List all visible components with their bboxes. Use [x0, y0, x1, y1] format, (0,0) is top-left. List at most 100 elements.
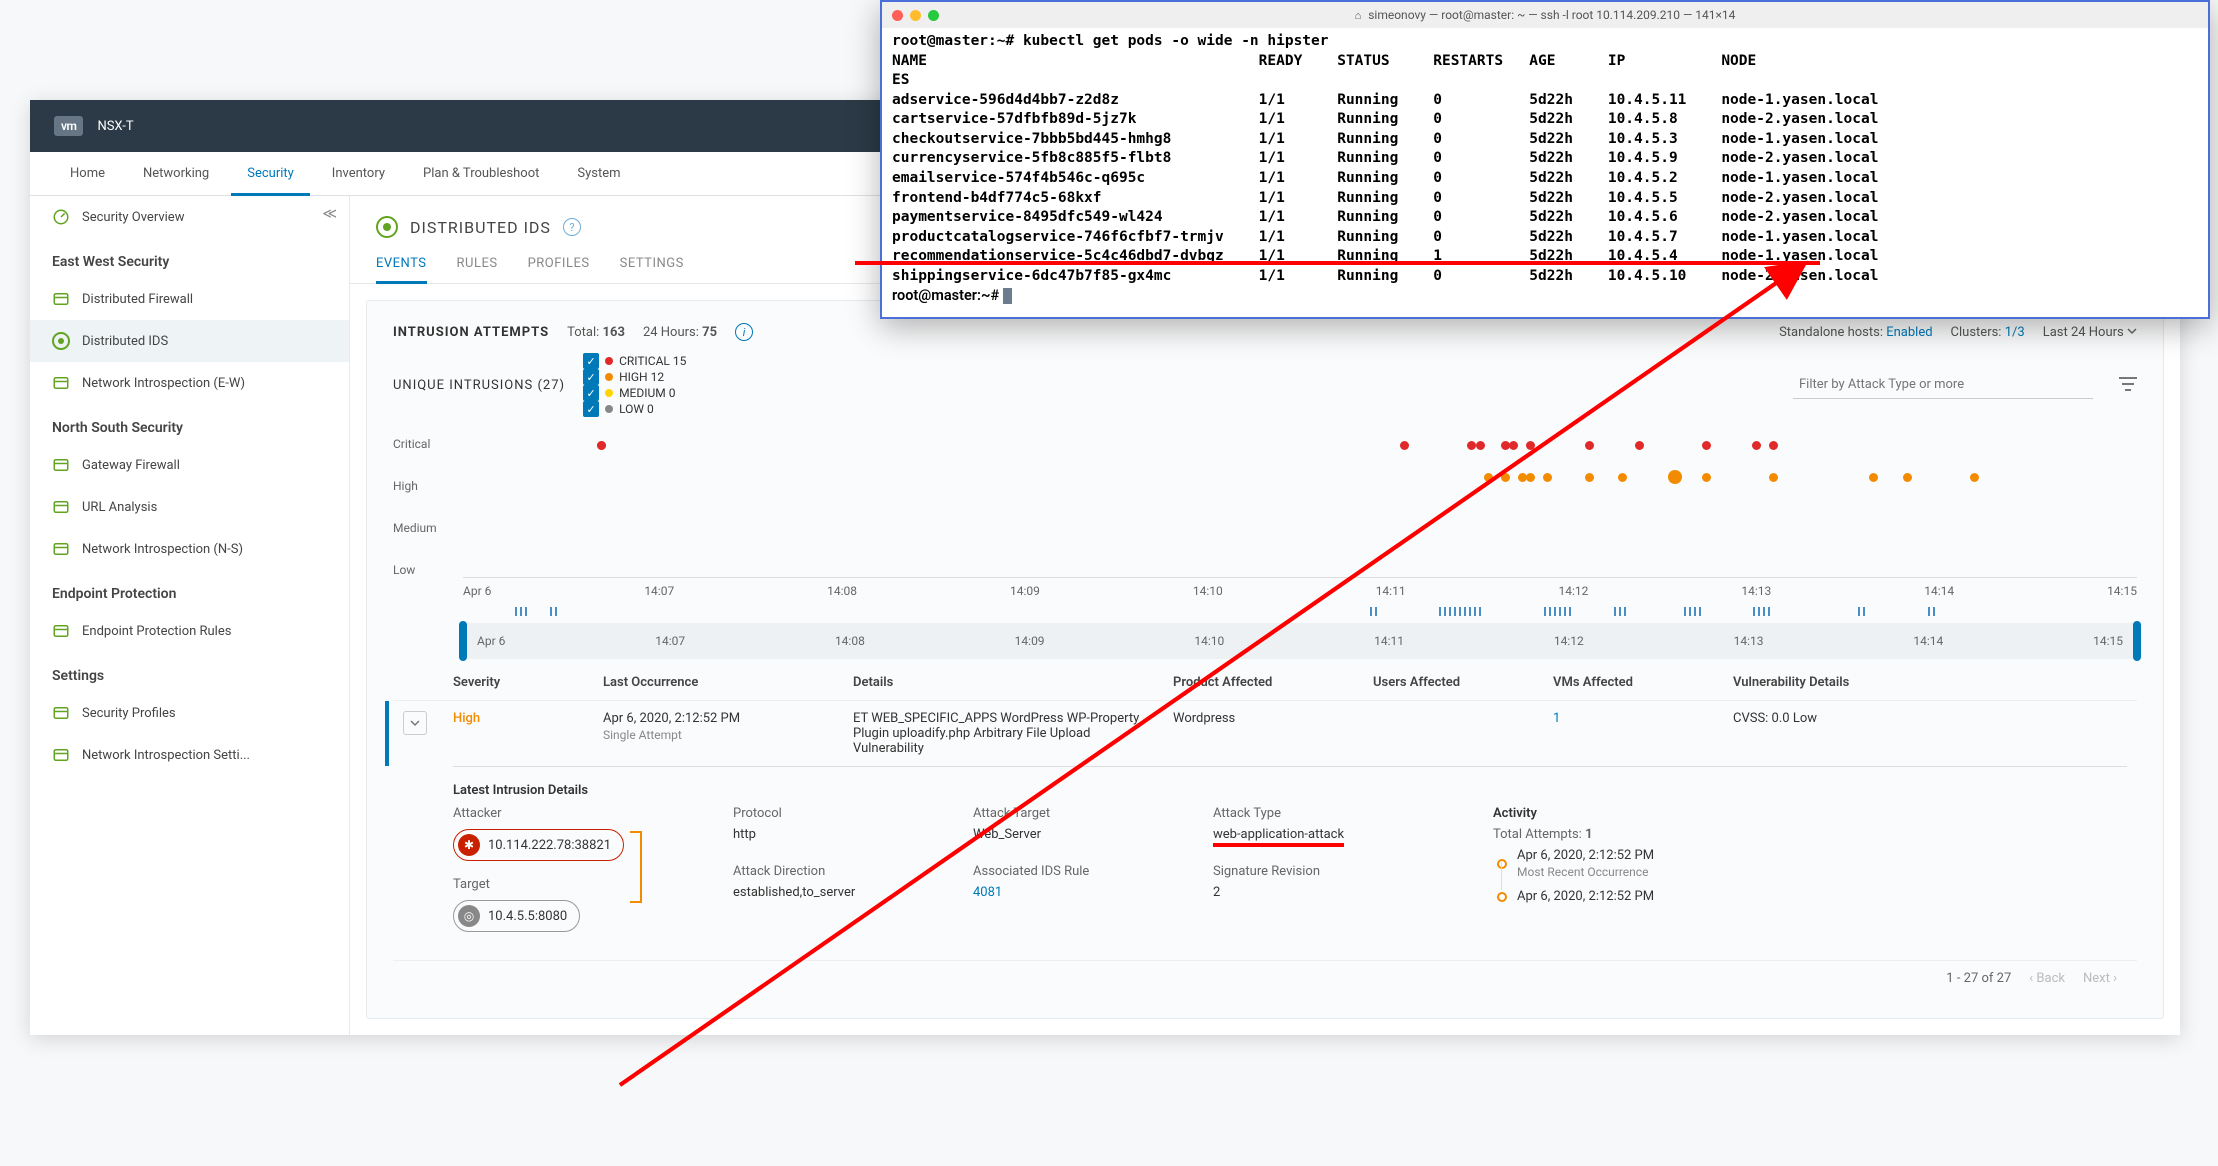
col-header[interactable]: Details	[853, 675, 1173, 690]
col-header[interactable]: Last Occurrence	[603, 675, 853, 690]
chart-point[interactable]	[1484, 473, 1493, 482]
standalone-link[interactable]: Enabled	[1886, 325, 1932, 340]
chart-point[interactable]	[1400, 441, 1409, 450]
severity-check-low[interactable]: ✓ LOW 0	[583, 401, 686, 417]
tab-settings[interactable]: SETTINGS	[620, 256, 684, 283]
chart-point[interactable]	[1585, 473, 1594, 482]
time-range-dropdown[interactable]: Last 24 Hours	[2043, 325, 2137, 340]
filter-settings-icon[interactable]	[2119, 376, 2137, 395]
chart-point[interactable]	[1526, 473, 1535, 482]
chart-point[interactable]	[1543, 473, 1552, 482]
chart-point[interactable]	[597, 441, 606, 450]
terminal-body[interactable]: root@master:~# kubectl get pods -o wide …	[882, 28, 2208, 317]
brush-label: 14:12	[1554, 634, 1584, 648]
attack-type-value: web-application-attack	[1213, 827, 1344, 842]
chart-point[interactable]	[1970, 473, 1979, 482]
chart-point[interactable]	[1618, 473, 1627, 482]
table-row: High Apr 6, 2020, 2:12:52 PMSingle Attem…	[393, 700, 2137, 766]
col-header[interactable]: Users Affected	[1373, 675, 1553, 690]
chart-point[interactable]	[1769, 441, 1778, 450]
brush-label: 14:15	[2093, 634, 2123, 648]
col-header[interactable]: Vulnerability Details	[1733, 675, 2127, 690]
chart-point[interactable]	[1585, 441, 1594, 450]
collapse-icon[interactable]: ≪	[322, 206, 337, 222]
chart-point[interactable]	[1501, 473, 1510, 482]
terminal-title: simeonovy — root@master: ~ — ssh -l root…	[1368, 8, 1735, 22]
row-time: Apr 6, 2020, 2:12:52 PMSingle Attempt	[603, 711, 853, 742]
chart-point[interactable]	[1509, 441, 1518, 450]
clusters-link[interactable]: 1/3	[2005, 325, 2025, 340]
y-label: Low	[393, 563, 437, 577]
tab-rules[interactable]: RULES	[457, 256, 498, 283]
severity-check-high[interactable]: ✓ HIGH 12	[583, 369, 686, 385]
chart-point[interactable]	[1702, 441, 1711, 450]
terminal-titlebar[interactable]: ⌂ simeonovy — root@master: ~ — ssh -l ro…	[882, 2, 2208, 28]
sidebar-icon	[52, 704, 70, 722]
help-icon[interactable]: ?	[563, 218, 581, 236]
info-icon[interactable]: i	[735, 323, 753, 341]
pager-back[interactable]: ‹ Back	[2029, 971, 2065, 986]
row-details: ET WEB_SPECIFIC_APPS WordPress WP-Proper…	[853, 711, 1173, 756]
chart-area[interactable]	[463, 437, 2137, 577]
chart-point[interactable]	[1903, 473, 1912, 482]
nav-networking[interactable]: Networking	[127, 152, 225, 195]
tab-events[interactable]: EVENTS	[376, 256, 427, 283]
chart-point[interactable]	[1769, 473, 1778, 482]
sidebar-item-gateway-firewall[interactable]: Gateway Firewall	[30, 444, 349, 486]
close-icon[interactable]	[892, 10, 903, 21]
clusters: Clusters: 1/3	[1951, 325, 2025, 340]
sidebar-icon	[52, 540, 70, 558]
attacker-pill[interactable]: ✱10.114.222.78:38821	[453, 829, 624, 861]
nav-home[interactable]: Home	[54, 152, 121, 195]
intrusion-attempts-label: INTRUSION ATTEMPTS	[393, 325, 549, 340]
severity-check-medium[interactable]: ✓ MEDIUM 0	[583, 385, 686, 401]
sidebar-item-security-profiles[interactable]: Security Profiles	[30, 692, 349, 734]
x-label: 14:07	[644, 584, 674, 597]
ids-rule-link[interactable]: 4081	[973, 885, 1002, 900]
sidebar-item-network-introspection-setti-[interactable]: Network Introspection Setti...	[30, 734, 349, 776]
attacker-target-col: Attacker ✱10.114.222.78:38821 Target ◎10…	[453, 806, 713, 934]
tab-profiles[interactable]: PROFILES	[528, 256, 590, 283]
sidebar-item-distributed-ids[interactable]: Distributed IDS	[30, 320, 349, 362]
sidebar-icon	[52, 498, 70, 516]
chart-point[interactable]	[1752, 441, 1761, 450]
sidebar-group-title: Settings	[30, 652, 349, 692]
sidebar-overview[interactable]: Security Overview	[30, 196, 349, 238]
pager-next[interactable]: Next ›	[2083, 971, 2117, 986]
sidebar-item-label: Distributed IDS	[82, 334, 168, 349]
row-vms-link[interactable]: 1	[1553, 711, 1560, 726]
chart-point[interactable]	[1702, 473, 1711, 482]
window-controls[interactable]	[892, 10, 939, 21]
chart-point[interactable]	[1635, 441, 1644, 450]
sidebar-item-label: Distributed Firewall	[82, 292, 193, 307]
chart-point[interactable]	[1476, 441, 1485, 450]
sidebar-group-title: Endpoint Protection	[30, 570, 349, 610]
nav-system[interactable]: System	[561, 152, 636, 195]
nav-inventory[interactable]: Inventory	[316, 152, 401, 195]
col-header[interactable]: Product Affected	[1173, 675, 1373, 690]
time-brush[interactable]: Apr 614:0714:0814:0914:1014:1114:1214:13…	[463, 623, 2137, 659]
col-header[interactable]: VMs Affected	[1553, 675, 1733, 690]
filter-input[interactable]	[1793, 371, 2093, 399]
row-product: Wordpress	[1173, 711, 1373, 726]
target-pill[interactable]: ◎10.4.5.5:8080	[453, 900, 580, 932]
nav-security[interactable]: Security	[231, 152, 310, 195]
sidebar-item-distributed-firewall[interactable]: Distributed Firewall	[30, 278, 349, 320]
main-area: INTRUSION ATTEMPTS Total: 163 24 Hours: …	[366, 300, 2164, 1019]
sidebar-item-url-analysis[interactable]: URL Analysis	[30, 486, 349, 528]
col-header[interactable]: Severity	[453, 675, 603, 690]
chart-point[interactable]	[1668, 470, 1682, 484]
minimize-icon[interactable]	[910, 10, 921, 21]
sidebar-item-network-introspection-e-w-[interactable]: Network Introspection (E-W)	[30, 362, 349, 404]
expand-row-button[interactable]	[403, 711, 427, 735]
severity-check-critical[interactable]: ✓ CRITICAL 15	[583, 353, 686, 369]
sidebar-item-endpoint-protection-rules[interactable]: Endpoint Protection Rules	[30, 610, 349, 652]
total-stat: Total: 163	[567, 325, 625, 340]
sidebar-icon	[52, 290, 70, 308]
chart-point[interactable]	[1869, 473, 1878, 482]
sidebar-item-network-introspection-n-s-[interactable]: Network Introspection (N-S)	[30, 528, 349, 570]
right-meta: Standalone hosts: Enabled Clusters: 1/3 …	[1779, 325, 2137, 340]
chart-point[interactable]	[1526, 441, 1535, 450]
maximize-icon[interactable]	[928, 10, 939, 21]
nav-plan-troubleshoot[interactable]: Plan & Troubleshoot	[407, 152, 555, 195]
